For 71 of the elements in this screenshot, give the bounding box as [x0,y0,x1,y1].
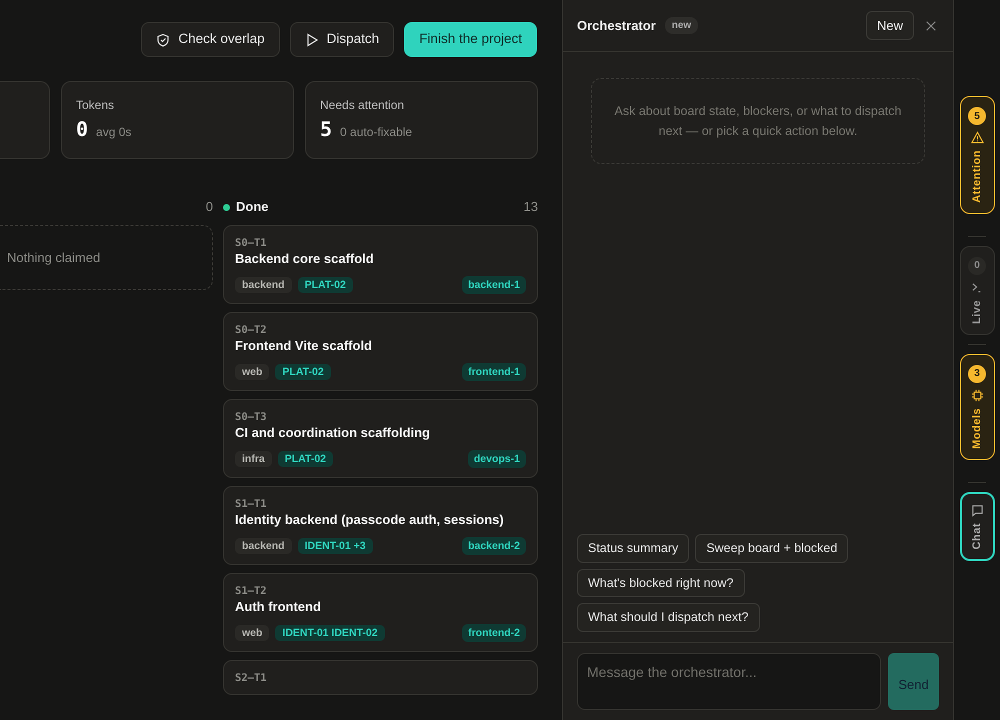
count-badge: 0 [968,256,986,275]
stat-label: Tokens [76,97,116,114]
chip-icon [970,388,984,402]
drop-zone: Nothing claimed [0,225,213,290]
task-id: S1–T1 [235,497,268,511]
chat-bubble-icon [970,504,984,517]
count-badge: 5 [968,107,986,125]
rail-label: Attention [970,150,984,203]
area-tag: web [235,625,270,641]
quick-action-button[interactable]: Status summary [577,534,690,562]
area-tag: backend [235,538,292,554]
stat-value: 5 [320,116,332,143]
quick-action-button[interactable]: Sweep board + blocked [695,534,848,562]
play-icon [304,32,319,46]
warning-icon [970,131,984,144]
task-id: S1–T2 [235,584,268,598]
requirement-tag: IDENT-01 +3 [298,538,373,554]
task-id: S0–T2 [235,323,268,337]
task-id: S0–T1 [235,236,268,250]
area-tag: web [235,364,270,380]
task-card[interactable]: S0–T1 Backend core scaffold backend PLAT-02 backend-1 [223,225,538,304]
task-card[interactable]: S1–T2 Auth frontend web IDENT-01 IDENT-02 frontend-2 [223,573,538,652]
column-count: 13 [524,198,538,216]
quick-action-button[interactable]: What's blocked right now? [577,568,745,598]
task-title: Frontend Vite scaffold [235,337,373,355]
area-tag: infra [235,451,272,467]
rail-tab[interactable]: 0 Live [960,246,994,335]
task-card[interactable]: S0–T3 CI and coordination scaffolding infra PLAT-02 devops-1 [223,399,538,478]
requirement-tag: PLAT-02 [275,364,331,380]
task-id: S2–T1 [235,671,268,685]
finish-button[interactable]: Finish the project [404,22,537,57]
agent-tag: devops-1 [468,450,526,468]
empty-state-hint: Ask about board state, blockers, or what to dispatch next — or pick a quick action below. [591,78,925,164]
stat-note: avg 0s [96,124,132,141]
panel-title: Orchestrator [577,16,656,35]
rail-label: Models [970,408,984,449]
area-tag: backend [235,277,292,293]
requirement-tag: IDENT-01 IDENT-02 [275,625,385,641]
task-id: S0–T3 [235,410,268,424]
toolbar-button[interactable]: Dispatch [290,22,394,57]
rail-label: Live [970,300,984,324]
task-card[interactable]: S2–T1 [223,660,538,695]
agent-tag: frontend-2 [462,624,526,642]
requirement-tag: PLAT-02 [278,451,333,467]
task-title: CI and coordination scaffolding [235,424,431,442]
agent-tag: backend-1 [462,276,526,294]
column-count: 0 [206,198,213,216]
agent-tag: frontend-1 [462,363,526,381]
stat-note: 0 auto-fixable [340,124,412,141]
shield-icon [156,32,170,46]
rail-tab[interactable]: 3 Models [960,354,994,460]
task-title: Backend core scaffold [235,250,375,268]
message-input[interactable]: Message the orchestrator... [577,653,881,710]
status-badge: new [664,17,698,34]
count-badge: 3 [968,364,986,383]
task-card[interactable]: S1–T1 Identity backend (passcode auth, sessions) backend IDENT-01 +3 backend-2 [223,486,538,565]
terminal-icon [970,280,984,294]
stat-label: Needs attention [320,97,406,114]
task-title: Auth frontend [235,598,322,616]
column-title: Done [236,198,268,216]
rail-tab[interactable]: 5 Attention [960,96,994,214]
rail-label: Chat [970,522,984,550]
stat-value: 0 [76,116,88,143]
rail-tab[interactable]: Chat [960,492,994,562]
task-title: Identity backend (passcode auth, sessions) [235,511,505,529]
agent-tag: backend-2 [462,537,526,555]
requirement-tag: PLAT-02 [298,277,353,293]
task-card[interactable]: S0–T2 Frontend Vite scaffold web PLAT-02 frontend-1 [223,312,538,391]
toolbar-button[interactable]: Check overlap [141,22,280,57]
quick-action-button[interactable]: What should I dispatch next? [577,603,760,632]
new-chat-button[interactable]: New [866,10,914,40]
